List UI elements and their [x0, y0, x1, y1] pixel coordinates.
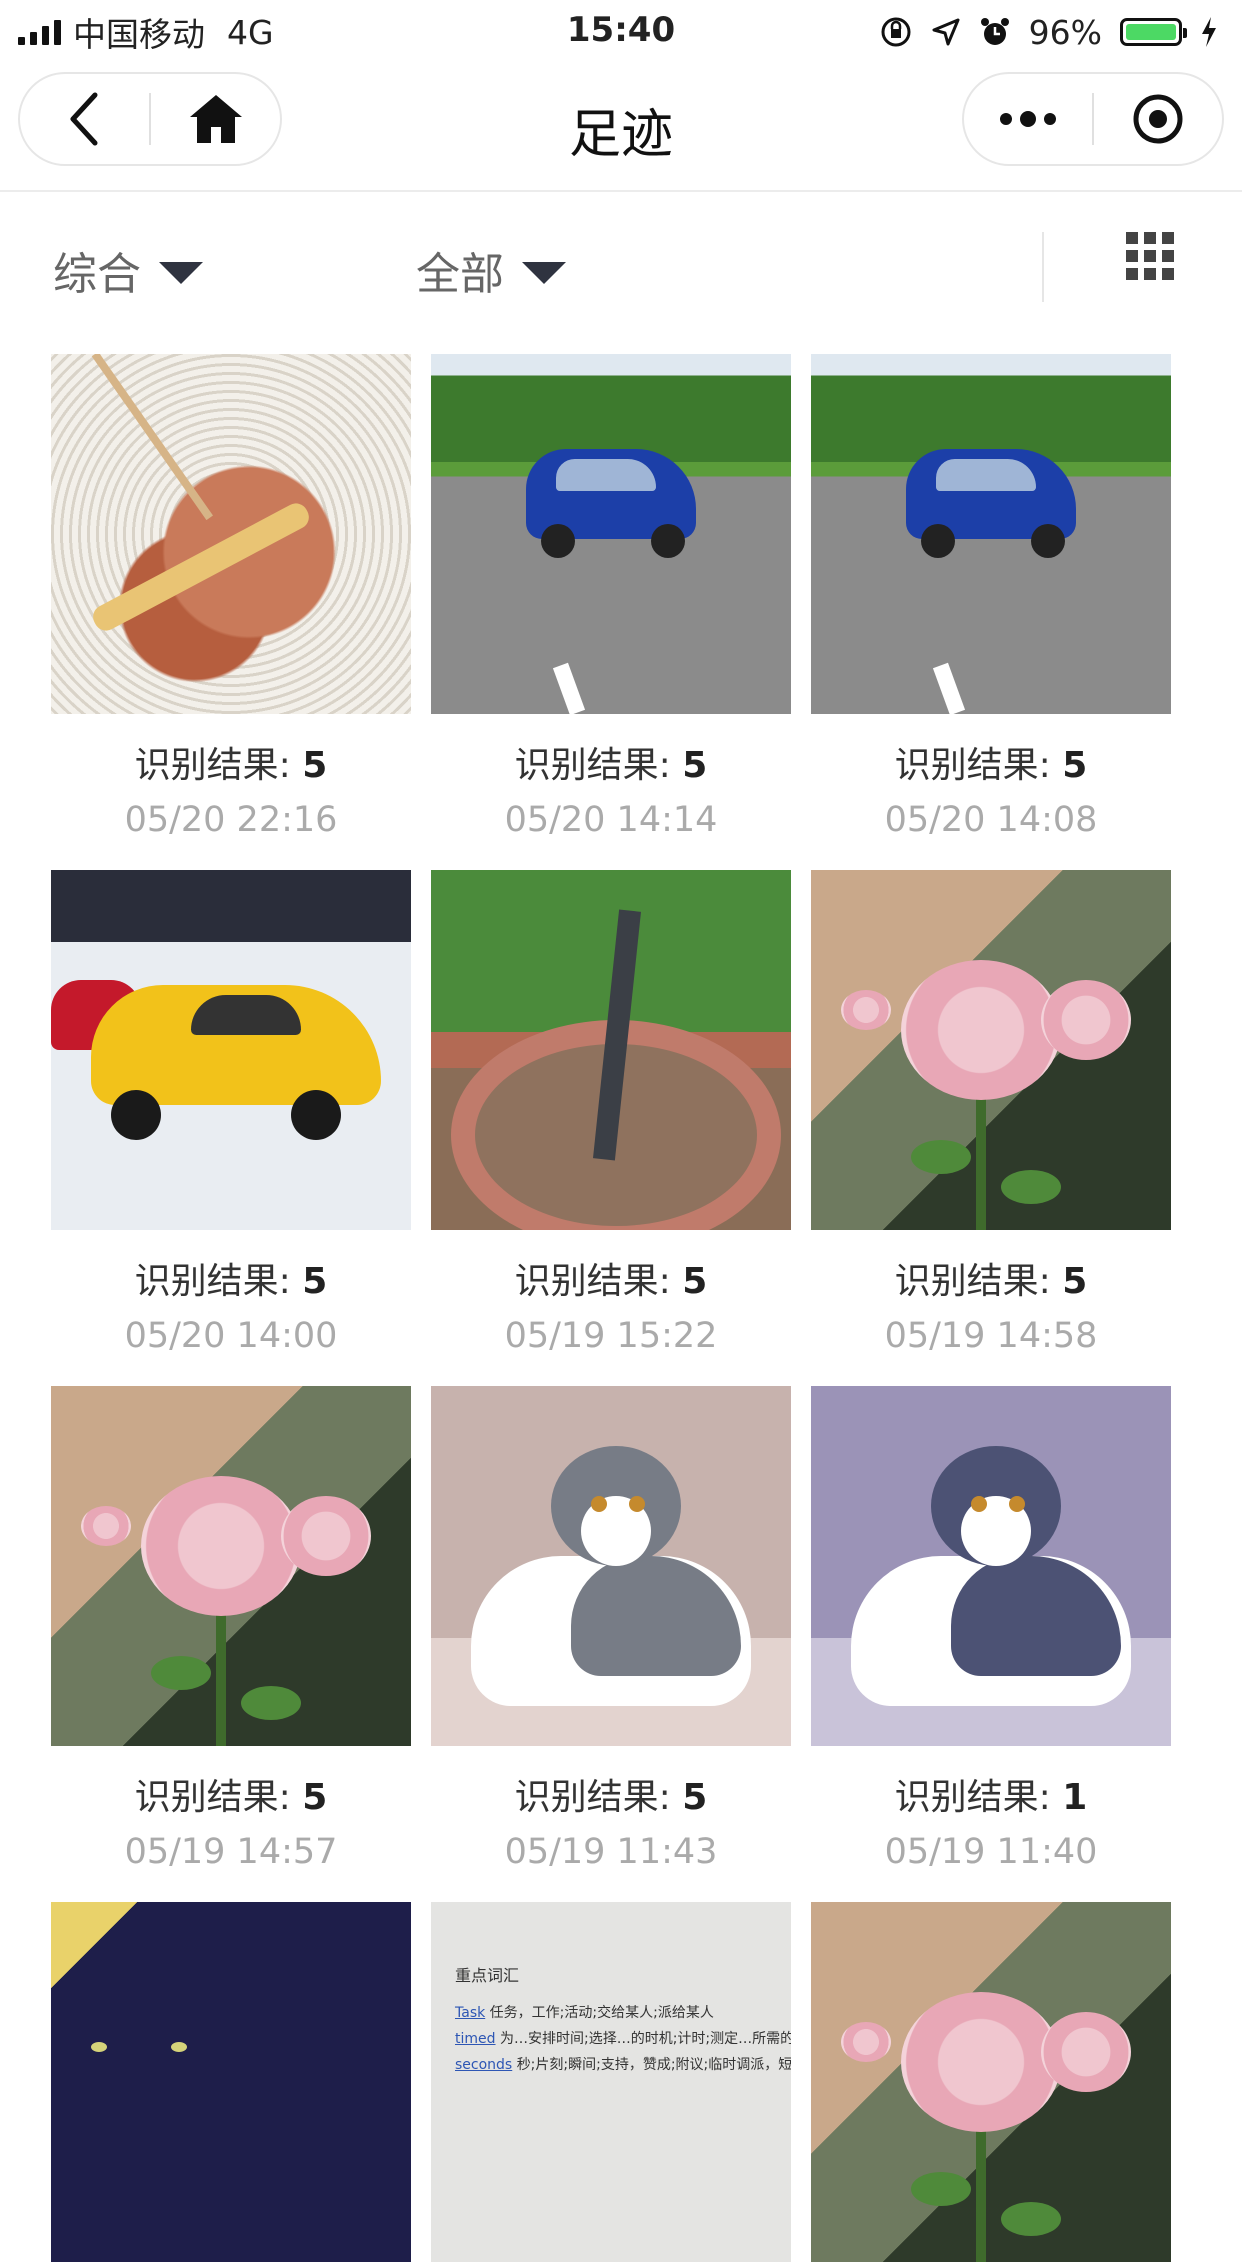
more-dots-icon — [1000, 111, 1056, 127]
result-caption: 识别结果: 5 — [134, 745, 328, 786]
result-caption: 识别结果: 5 — [134, 1777, 328, 1818]
timestamp: 05/20 14:14 — [504, 800, 718, 840]
timestamp: 05/19 15:22 — [504, 1316, 718, 1356]
result-value: 5 — [682, 745, 708, 786]
result-value: 5 — [1062, 1261, 1088, 1302]
result-caption: 识别结果: 5 — [514, 1261, 708, 1302]
doc-line: seconds 秒;片刻;瞬间;支持，赞成;附议;临时调派，短期借调 — [455, 2057, 791, 2073]
grid-view-icon[interactable] — [1126, 232, 1174, 280]
doc-heading: 重点词汇 — [455, 1966, 520, 1985]
charging-icon — [1202, 17, 1216, 47]
result-value: 5 — [302, 745, 328, 786]
history-card[interactable] — [811, 1902, 1171, 2262]
filter-divider — [1042, 232, 1044, 302]
timestamp: 05/20 22:16 — [124, 800, 338, 840]
result-caption: 识别结果: 5 — [514, 1777, 708, 1818]
close-miniprogram-button[interactable] — [1094, 74, 1222, 164]
result-value: 1 — [1062, 1777, 1088, 1818]
result-value: 5 — [302, 1777, 328, 1818]
orientation-lock-icon — [881, 17, 911, 47]
target-icon — [1133, 94, 1183, 144]
thumbnail-showroom-car — [51, 870, 411, 1230]
history-card[interactable]: 识别结果: 5 05/20 14:08 — [811, 354, 1171, 840]
timestamp: 05/19 14:58 — [884, 1316, 1098, 1356]
result-caption: 识别结果: 5 — [514, 745, 708, 786]
timestamp: 05/19 11:40 — [884, 1832, 1098, 1872]
thumbnail-cat — [811, 1386, 1171, 1746]
timestamp: 05/20 14:08 — [884, 800, 1098, 840]
timestamp: 05/19 11:43 — [504, 1832, 718, 1872]
history-card[interactable]: 识别结果: 5 05/20 14:14 — [431, 354, 791, 840]
history-card[interactable] — [51, 1902, 411, 2262]
history-card[interactable]: 识别结果: 5 05/19 14:57 — [51, 1386, 411, 1872]
result-caption: 识别结果: 5 — [134, 1261, 328, 1302]
history-card[interactable]: 识别结果: 5 05/19 15:22 — [431, 870, 791, 1356]
thumbnail-document: 重点词汇 Task 任务，工作;活动;交给某人;派给某人 timed 为…安排时… — [431, 1902, 791, 2262]
thumbnail-cat — [431, 1386, 791, 1746]
thumbnail-rose — [811, 1902, 1171, 2262]
nav-capsule-right — [962, 72, 1224, 166]
thumbnail-road-car — [811, 354, 1171, 714]
caret-down-icon — [522, 262, 566, 284]
history-card[interactable]: 重点词汇 Task 任务，工作;活动;交给某人;派给某人 timed 为…安排时… — [431, 1902, 791, 2262]
thumbnail-road-car — [431, 354, 791, 714]
caret-down-icon — [159, 262, 203, 284]
result-value: 5 — [302, 1261, 328, 1302]
more-button[interactable] — [964, 74, 1092, 164]
history-card[interactable]: 识别结果: 1 05/19 11:40 — [811, 1386, 1171, 1872]
thumbnail-food — [51, 354, 411, 714]
nav-bar: 足迹 — [0, 62, 1242, 192]
battery-icon — [1120, 18, 1187, 46]
doc-line: Task 任务，工作;活动;交给某人;派给某人 — [455, 2005, 714, 2021]
category-label: 全部 — [416, 249, 504, 300]
result-caption: 识别结果: 5 — [894, 1261, 1088, 1302]
status-right: 96% — [879, 10, 1218, 54]
history-card[interactable]: 识别结果: 5 05/20 14:00 — [51, 870, 411, 1356]
timestamp: 05/19 14:57 — [124, 1832, 338, 1872]
thumbnail-potted-plant — [431, 870, 791, 1230]
thumbnail-rose — [51, 1386, 411, 1746]
sort-dropdown[interactable]: 综合 — [53, 238, 203, 302]
category-dropdown[interactable]: 全部 — [416, 238, 566, 302]
history-card[interactable]: 识别结果: 5 05/20 22:16 — [51, 354, 411, 840]
history-card[interactable]: 识别结果: 5 05/19 14:58 — [811, 870, 1171, 1356]
filter-bar: 综合 全部 — [0, 192, 1242, 332]
sort-label: 综合 — [53, 249, 141, 300]
alarm-icon — [980, 18, 1009, 45]
battery-percent: 96% — [1028, 12, 1102, 52]
thumbnail-rose — [811, 870, 1171, 1230]
result-caption: 识别结果: 1 — [894, 1777, 1088, 1818]
result-caption: 识别结果: 5 — [894, 745, 1088, 786]
result-value: 5 — [682, 1777, 708, 1818]
thumbnail-panther — [51, 1902, 411, 2262]
result-value: 5 — [682, 1261, 708, 1302]
history-card[interactable]: 识别结果: 5 05/19 11:43 — [431, 1386, 791, 1872]
status-bar: 中国移动 4G 15:40 96% — [0, 0, 1242, 62]
location-icon — [932, 18, 960, 46]
result-value: 5 — [1062, 745, 1088, 786]
doc-line: timed 为…安排时间;选择…的时机;计时;测定…所需的时间 — [455, 2031, 791, 2047]
timestamp: 05/20 14:00 — [124, 1316, 338, 1356]
